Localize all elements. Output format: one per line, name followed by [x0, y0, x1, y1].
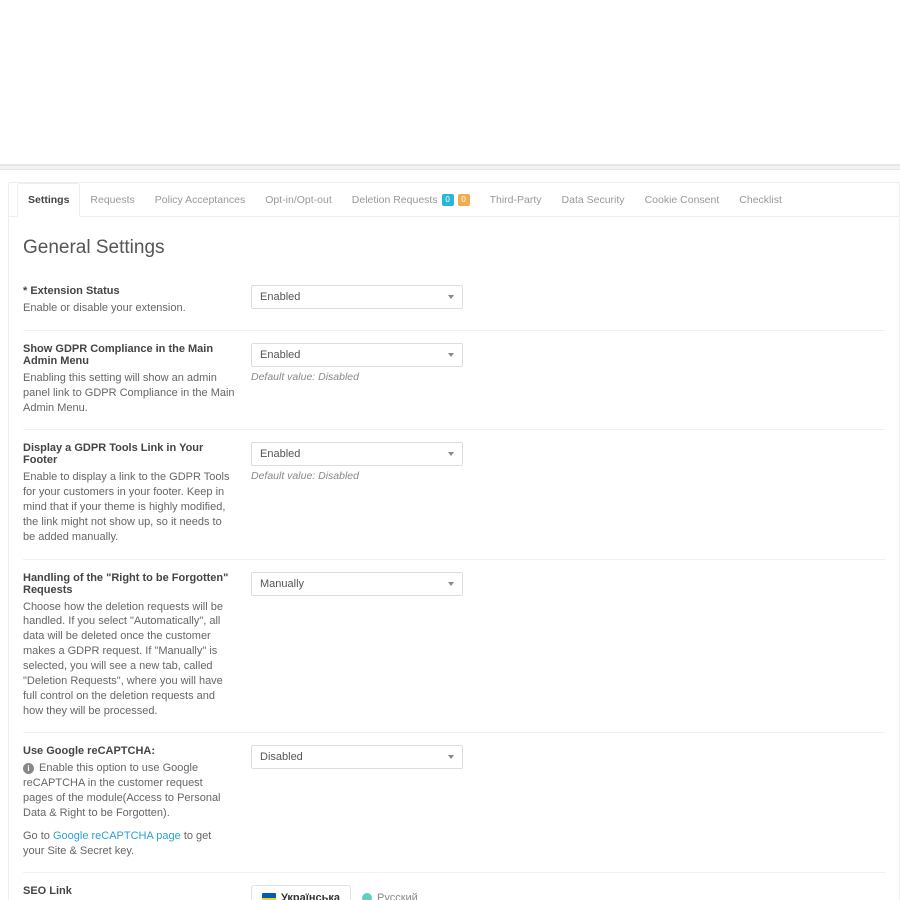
- tab-data-security[interactable]: Data Security: [552, 183, 635, 216]
- lang-tab-uk[interactable]: Українська: [251, 885, 351, 900]
- label-show-menu: Show GDPR Compliance in the Main Admin M…: [23, 343, 235, 367]
- row-footer-link: Display a GDPR Tools Link in Your Footer…: [23, 430, 885, 559]
- flag-ru-icon: [362, 893, 372, 900]
- desc-show-menu: Enabling this setting will show an admin…: [23, 371, 235, 416]
- desc-forgotten: Choose how the deletion requests will be…: [23, 600, 235, 719]
- label-forgotten: Handling of the "Right to be Forgotten" …: [23, 572, 235, 596]
- tab-cookie-consent[interactable]: Cookie Consent: [635, 183, 730, 216]
- tab-checklist[interactable]: Checklist: [729, 183, 792, 216]
- badge-deletion-blue: 0: [442, 194, 454, 206]
- select-show-menu[interactable]: Enabled: [251, 343, 463, 367]
- label-footer-link: Display a GDPR Tools Link in Your Footer: [23, 442, 235, 466]
- link-recaptcha-page[interactable]: Google reCAPTCHA page: [53, 830, 181, 842]
- section-title: General Settings: [23, 237, 885, 259]
- row-forgotten: Handling of the "Right to be Forgotten" …: [23, 560, 885, 734]
- tabs-bar: Settings Requests Policy Acceptances Opt…: [9, 183, 899, 217]
- select-recaptcha[interactable]: Disabled: [251, 745, 463, 769]
- label-recaptcha: Use Google reCAPTCHA:: [23, 745, 235, 757]
- row-extension-status: * Extension Status Enable or disable you…: [23, 273, 885, 331]
- desc-recaptcha: i Enable this option to use Google reCAP…: [23, 761, 235, 820]
- lang-tab-uk-label: Українська: [281, 892, 340, 900]
- hint-footer-link: Default value: Disabled: [251, 470, 885, 482]
- select-extension-status[interactable]: Enabled: [251, 285, 463, 309]
- row-seo-link: SEO Link Use this feature to add an SEO …: [23, 873, 885, 900]
- label-extension-status: * Extension Status: [23, 285, 235, 297]
- select-forgotten[interactable]: Manually: [251, 572, 463, 596]
- tab-policy-acceptances[interactable]: Policy Acceptances: [145, 183, 255, 216]
- desc-recaptcha-link: Go to Google reCAPTCHA page to get your …: [23, 829, 235, 859]
- badge-deletion-orange: 0: [458, 194, 470, 206]
- label-seo-link: SEO Link: [23, 885, 235, 897]
- row-show-menu: Show GDPR Compliance in the Main Admin M…: [23, 331, 885, 431]
- tab-third-party[interactable]: Third-Party: [480, 183, 552, 216]
- desc-extension-status: Enable or disable your extension.: [23, 301, 235, 316]
- tab-settings[interactable]: Settings: [17, 183, 80, 217]
- lang-tabs: Українська Русский: [251, 885, 885, 900]
- select-footer-link[interactable]: Enabled: [251, 442, 463, 466]
- tab-deletion-requests-label: Deletion Requests: [352, 194, 438, 206]
- lang-tab-ru-label: Русский: [377, 892, 418, 900]
- tab-requests[interactable]: Requests: [80, 183, 144, 216]
- hint-show-menu: Default value: Disabled: [251, 371, 885, 383]
- flag-ua-icon: [262, 893, 276, 900]
- info-icon: i: [23, 763, 34, 774]
- tab-optin-optout[interactable]: Opt-in/Opt-out: [255, 183, 342, 216]
- tab-deletion-requests[interactable]: Deletion Requests 0 0: [342, 183, 480, 216]
- lang-tab-ru[interactable]: Русский: [351, 885, 429, 900]
- desc-footer-link: Enable to display a link to the GDPR Too…: [23, 470, 235, 544]
- row-recaptcha: Use Google reCAPTCHA: i Enable this opti…: [23, 733, 885, 873]
